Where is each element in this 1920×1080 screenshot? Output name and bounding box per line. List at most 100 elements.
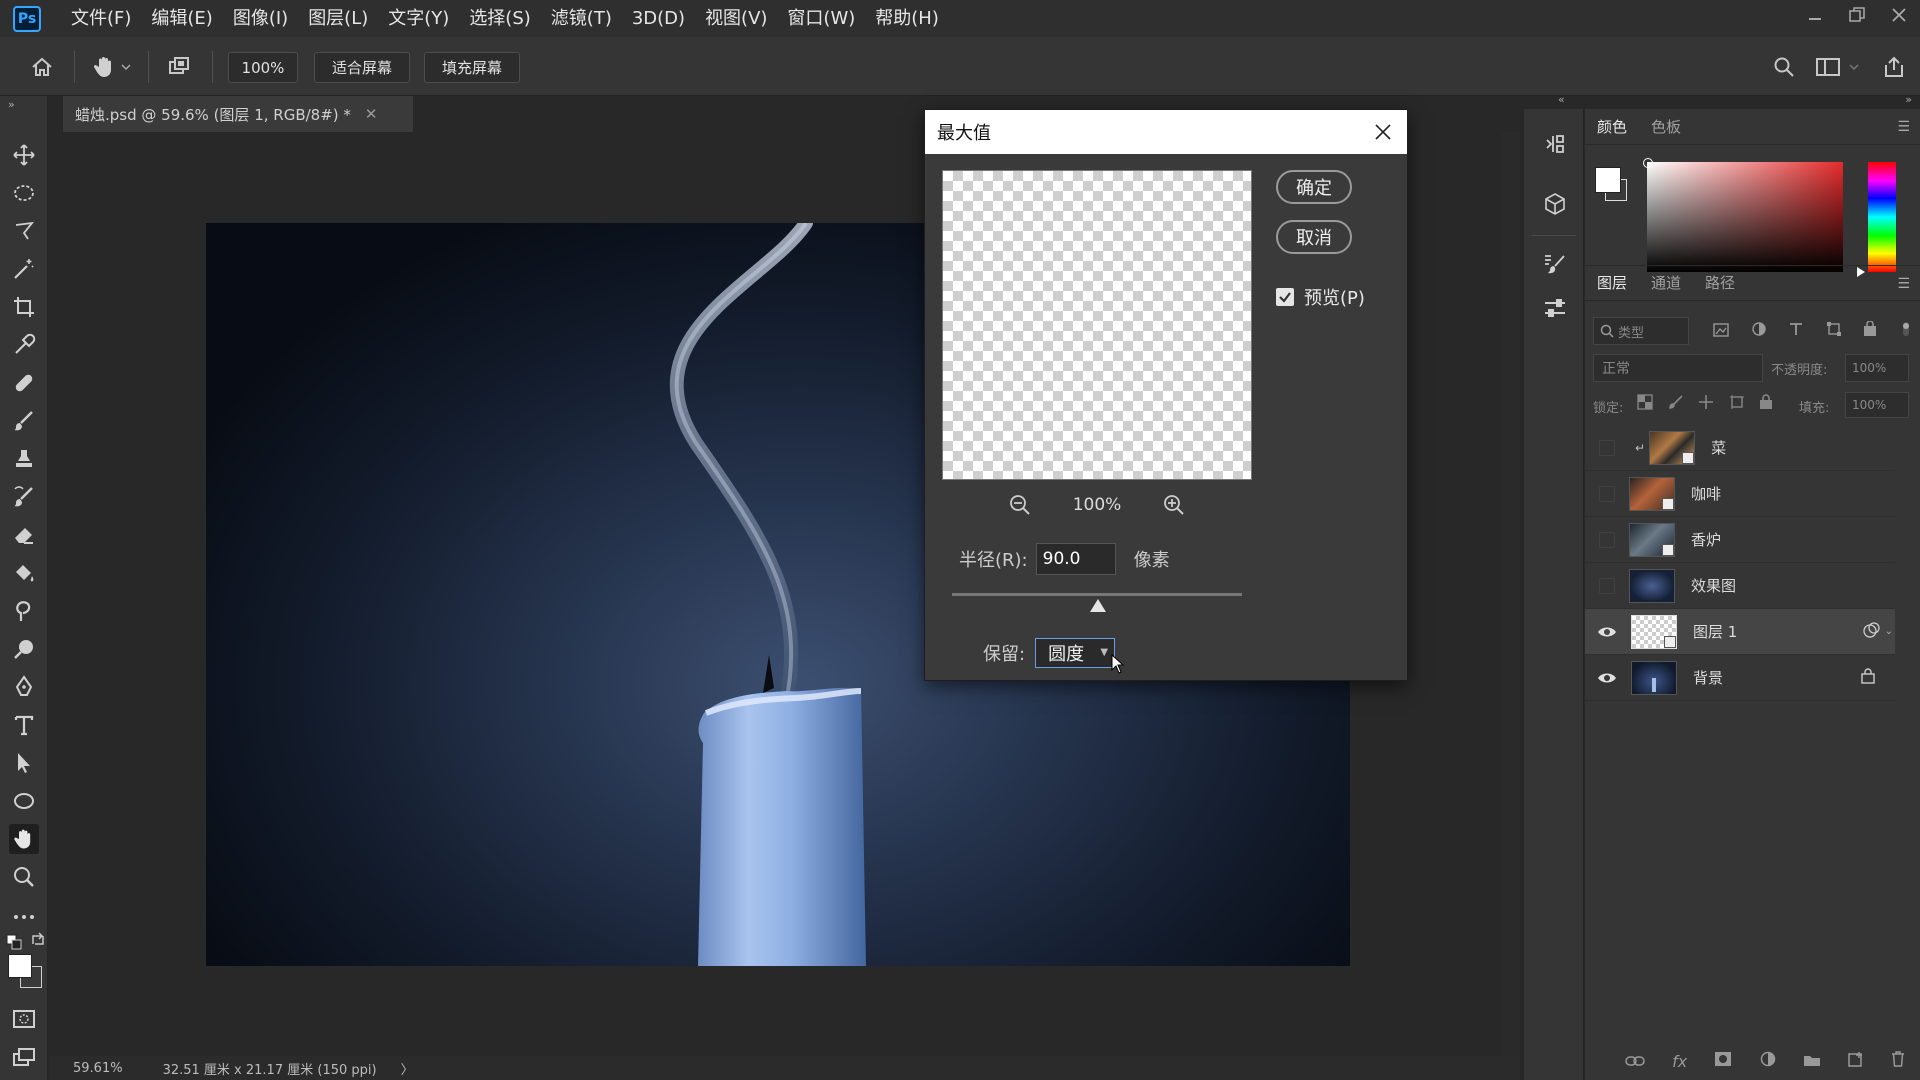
tab-paths[interactable]: 路径 (1693, 265, 1747, 301)
eyedropper-icon[interactable] (9, 330, 39, 360)
type-filter-icon[interactable] (1788, 321, 1804, 341)
hand-tool-icon[interactable] (88, 51, 120, 83)
share-icon[interactable] (1878, 51, 1910, 83)
clone-stamp-icon[interactable] (9, 444, 39, 474)
radius-slider-thumb[interactable] (1090, 599, 1106, 612)
lasso-tool-icon[interactable] (9, 216, 39, 246)
adjustment-layer-icon[interactable] (1760, 1051, 1776, 1071)
pixel-filter-icon[interactable] (1713, 322, 1729, 341)
menu-image[interactable]: 图像(I) (223, 0, 298, 37)
layer-name[interactable]: 效果图 (1691, 575, 1736, 596)
delete-layer-icon[interactable] (1891, 1051, 1905, 1071)
document-tab[interactable]: 蜡烛.psd @ 59.6% (图层 1, RGB/8#) * ✕ (63, 96, 413, 132)
panel-menu-icon[interactable]: ☰ (1897, 276, 1910, 292)
history-brush-icon[interactable] (9, 482, 39, 512)
eye-icon[interactable] (1597, 622, 1617, 642)
preview-checkbox[interactable]: 预览(P) (1276, 284, 1365, 310)
pen-tool-icon[interactable] (9, 672, 39, 702)
layer-name[interactable]: 背景 (1693, 667, 1723, 688)
close-window-icon[interactable] (1878, 0, 1920, 30)
scroll-all-windows-icon[interactable] (163, 51, 195, 83)
add-mask-icon[interactable] (1714, 1051, 1732, 1071)
workspace-icon[interactable] (1812, 51, 1844, 83)
menu-filter[interactable]: 滤镜(T) (541, 0, 622, 37)
lock-pixels-icon[interactable] (1668, 394, 1684, 416)
menu-file[interactable]: 文件(F) (61, 0, 141, 37)
color-picker-cursor[interactable] (1643, 158, 1653, 168)
zoom-in-icon[interactable] (1161, 492, 1187, 518)
tab-layers[interactable]: 图层 (1585, 265, 1639, 301)
chevron-down-icon[interactable]: ⌄ (1885, 626, 1893, 637)
history-panel-icon[interactable] (1540, 129, 1570, 159)
smart-filter-icon[interactable] (1862, 621, 1881, 642)
fit-screen-button[interactable]: 适合屏幕 (314, 52, 410, 83)
status-zoom[interactable]: 59.61% (73, 1061, 123, 1076)
minimize-icon[interactable] (1794, 0, 1836, 30)
hue-slider[interactable] (1868, 162, 1896, 272)
close-document-icon[interactable]: ✕ (365, 105, 378, 123)
layer-row[interactable]: 效果图 (1585, 563, 1895, 609)
new-group-icon[interactable] (1803, 1052, 1821, 1071)
paint-bucket-icon[interactable] (9, 558, 39, 588)
swap-colors-icon[interactable] (30, 932, 46, 948)
status-menu-arrow[interactable]: 〉 (401, 1059, 414, 1078)
fill-screen-button[interactable]: 填充屏幕 (424, 52, 520, 83)
layer-effects-icon[interactable]: fx (1672, 1052, 1687, 1071)
path-selection-icon[interactable] (9, 748, 39, 778)
panel-menu-icon[interactable]: ☰ (1897, 119, 1910, 135)
foreground-color-swatch[interactable] (8, 954, 32, 978)
adjustment-filter-icon[interactable] (1751, 321, 1767, 341)
ellipse-shape-icon[interactable] (9, 786, 39, 816)
menu-type[interactable]: 文字(Y) (378, 0, 459, 37)
3d-panel-icon[interactable] (1540, 189, 1570, 219)
layer-row-selected[interactable]: 图层 1 ⌄ (1585, 609, 1895, 655)
layer-row[interactable]: ↵ 菜 (1585, 425, 1895, 471)
layer-name[interactable]: 香炉 (1691, 529, 1721, 550)
dialog-title-bar[interactable]: 最大值 (925, 110, 1407, 154)
color-field[interactable] (1643, 158, 1843, 272)
foreground-background-color-swatches[interactable] (8, 954, 44, 990)
layer-name[interactable]: 图层 1 (1693, 621, 1737, 642)
layer-row[interactable]: 香炉 (1585, 517, 1895, 563)
chevron-down-icon[interactable] (118, 51, 134, 83)
magic-wand-icon[interactable] (9, 254, 39, 284)
restore-icon[interactable] (1836, 0, 1878, 30)
expand-panels-icon[interactable]: » (1905, 93, 1912, 106)
crop-tool-icon[interactable] (9, 292, 39, 322)
more-tools-icon[interactable] (9, 902, 39, 932)
properties-panel-icon[interactable] (1540, 293, 1570, 323)
layer-row[interactable]: 背景 (1585, 655, 1895, 701)
blend-mode-select[interactable]: 正常 (1593, 354, 1763, 382)
lock-transparent-icon[interactable] (1637, 394, 1653, 416)
layer-name[interactable]: 菜 (1711, 437, 1726, 458)
elliptical-marquee-icon[interactable] (9, 178, 39, 208)
menu-window[interactable]: 窗口(W) (777, 0, 865, 37)
radius-input[interactable]: 90.0 (1035, 543, 1116, 575)
color-panel-swatches[interactable] (1595, 167, 1629, 203)
type-tool-icon[interactable] (9, 710, 39, 740)
healing-brush-icon[interactable] (9, 368, 39, 398)
default-colors-icon[interactable] (6, 934, 22, 950)
zoom-100-button[interactable]: 100% (228, 52, 298, 83)
layer-name[interactable]: 咖啡 (1691, 483, 1721, 504)
layer-row[interactable]: 咖啡 (1585, 471, 1895, 517)
eraser-tool-icon[interactable] (9, 520, 39, 550)
foreground-color-swatch[interactable] (1595, 167, 1621, 193)
preserve-select[interactable]: 圆度 ▼ (1035, 638, 1116, 668)
lock-artboard-icon[interactable] (1729, 394, 1745, 416)
cancel-button[interactable]: 取消 (1276, 220, 1352, 254)
layer-visibility-toggle[interactable] (1599, 577, 1615, 594)
filter-toggle-icon[interactable] (1899, 321, 1913, 341)
shape-filter-icon[interactable] (1826, 321, 1842, 341)
menu-3d[interactable]: 3D(D) (622, 0, 695, 37)
chevron-down-icon[interactable] (1846, 51, 1862, 83)
close-icon[interactable] (1371, 120, 1395, 144)
layer-filter-select[interactable]: 类型 (1593, 317, 1689, 345)
menu-select[interactable]: 选择(S) (459, 0, 540, 37)
smart-object-filter-icon[interactable] (1863, 320, 1877, 341)
ok-button[interactable]: 确定 (1276, 170, 1352, 204)
menu-edit[interactable]: 编辑(E) (141, 0, 222, 37)
screen-mode-icon[interactable] (9, 1042, 39, 1072)
fill-input[interactable]: 100% (1845, 392, 1909, 418)
quick-mask-icon[interactable] (9, 1004, 39, 1034)
